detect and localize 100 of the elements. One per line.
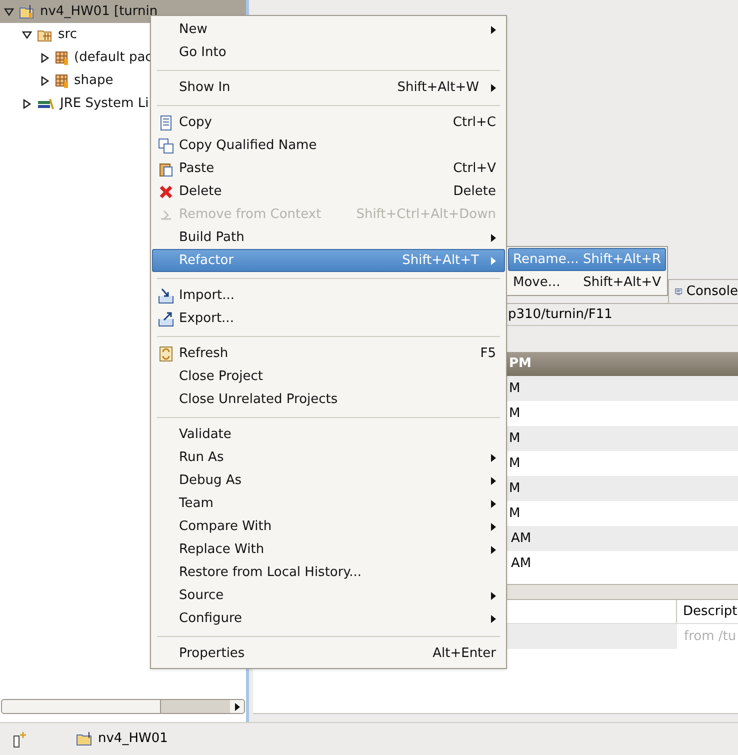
menu-item-label: Copy Qualified Name [179, 136, 317, 155]
shortcut-label: Delete [453, 182, 496, 201]
column-header: PM [509, 355, 532, 374]
menu-item-label: Restore from Local History... [179, 564, 362, 582]
submenu-arrow-icon [491, 234, 496, 242]
menu-item-label: Refresh [179, 344, 228, 363]
menu-item-label: Run As [179, 448, 224, 467]
menu-item[interactable]: Restore from Local History... [152, 561, 505, 584]
table-cell-text: M [509, 480, 520, 498]
collapsed-triangle-icon[interactable] [40, 76, 50, 86]
menu-item-label: Paste [179, 160, 214, 178]
new-view-icon[interactable] [12, 730, 28, 748]
menu-item-label: Move... [513, 274, 560, 292]
table-cell-text: M [509, 430, 520, 448]
menu-item-label: Go Into [179, 44, 226, 62]
menu-item[interactable]: Build Path [152, 226, 505, 249]
menu-item[interactable]: Close Unrelated Projects [152, 388, 505, 411]
open-folder-icon [76, 731, 94, 747]
menu-item-label: Copy [179, 114, 212, 132]
expanded-triangle-icon[interactable] [22, 30, 32, 40]
menu-item[interactable]: Refresh F5 [152, 342, 505, 365]
menu-item-label: Configure [179, 610, 242, 628]
menu-item[interactable]: Debug As [152, 469, 505, 492]
menu-item[interactable]: Delete Delete [152, 180, 505, 203]
submenu-arrow-icon [491, 26, 496, 34]
menu-item[interactable]: Properties Alt+Enter [152, 642, 505, 665]
menu-item-label: Compare With [179, 518, 272, 536]
submenu-arrow-icon [491, 256, 496, 264]
submenu-arrow-icon [491, 500, 496, 508]
submenu-arrow-icon [491, 592, 496, 600]
project-folder-icon [19, 4, 35, 20]
menu-item-label: New [179, 20, 208, 39]
table-cell-text: AM [511, 530, 532, 548]
menu-item[interactable]: Compare With [152, 515, 505, 538]
shortcut-label: Shift+Alt+V [583, 274, 661, 292]
path-label: p310/turnin/F11 [508, 306, 612, 324]
shortcut-label: Shift+Alt+R [583, 250, 661, 269]
menu-item-label: Debug As [179, 472, 242, 490]
tree-item-label: (default pac [74, 48, 152, 67]
submenu-arrow-icon [491, 454, 496, 462]
collapsed-triangle-icon[interactable] [40, 52, 50, 62]
menu-item-label: Close Unrelated Projects [179, 390, 338, 409]
menu-item[interactable]: Go Into [152, 41, 505, 64]
menu-item-label: Build Path [179, 228, 244, 247]
menu-item[interactable]: Paste Ctrl+V [152, 157, 505, 180]
expanded-triangle-icon[interactable] [4, 6, 14, 16]
menu-item[interactable]: Source [152, 584, 505, 607]
shortcut-label: Alt+Enter [432, 644, 496, 663]
menu-item-label: Refactor [179, 252, 234, 270]
menu-item[interactable]: Validate [152, 423, 505, 446]
menu-item[interactable]: Close Project [152, 365, 505, 388]
shortcut-label: Ctrl+C [452, 114, 496, 132]
horizontal-scrollbar[interactable] [1, 699, 245, 714]
menu-item-label: Import... [179, 286, 235, 305]
menu-item-label: Delete [179, 182, 222, 201]
import-icon [158, 288, 174, 304]
table-cell-text: AM [511, 554, 532, 573]
menu-item-label: Properties [179, 644, 245, 663]
submenu-arrow-icon [491, 614, 496, 622]
copy-documents-icon [158, 138, 174, 154]
table-cell-text: M [509, 504, 520, 523]
menu-item[interactable]: Move... Shift+Alt+V [508, 271, 666, 294]
submenu-arrow-icon [491, 522, 496, 530]
table-cell-text: M [509, 454, 520, 473]
export-icon [158, 310, 174, 326]
table-cell-text: M [509, 380, 520, 398]
table-cell-text: from /tu [683, 628, 736, 646]
menu-item-label: Team [179, 494, 214, 513]
menu-item[interactable]: Team [152, 492, 505, 515]
tree-item-label: JRE System Li [60, 94, 149, 113]
clipboard-icon [158, 160, 174, 176]
submenu-arrow-icon [491, 84, 496, 92]
menu-item-label: Remove from Context [179, 206, 322, 224]
menu-item[interactable]: Copy Qualified Name [152, 134, 505, 157]
menu-item-label: Close Project [179, 368, 264, 386]
shortcut-label: Shift+Alt+T [402, 252, 479, 270]
menu-item[interactable]: Export... [152, 307, 505, 330]
menu-item[interactable]: Import... [152, 284, 505, 307]
menu-item-label: Export... [179, 310, 234, 328]
menu-item-label: Source [179, 586, 224, 605]
delete-x-icon [158, 184, 174, 200]
table-cell-text: M [509, 404, 520, 423]
shortcut-label: Shift+Ctrl+Alt+Down [356, 206, 496, 224]
collapsed-triangle-icon[interactable] [22, 98, 32, 108]
copy-icon [158, 114, 174, 130]
column-header: Descript [682, 602, 738, 621]
shortcut-label: F5 [480, 344, 496, 363]
tree-item-label: shape [74, 72, 114, 90]
submenu-arrow-icon [491, 476, 496, 484]
menu-item[interactable]: Replace With [152, 538, 505, 561]
menu-item-label: Rename... [513, 250, 579, 269]
library-books-icon [37, 96, 55, 110]
shortcut-label: Shift+Alt+W [397, 78, 479, 97]
submenu-arrow-icon [491, 546, 496, 554]
menu-item-label: Validate [179, 426, 232, 444]
menu-item[interactable]: Run As [152, 446, 505, 469]
view-tab[interactable]: Console [668, 279, 738, 303]
refresh-icon [158, 346, 174, 362]
menu-item[interactable]: Configure [152, 607, 505, 630]
tree-item-label: src [58, 26, 77, 44]
